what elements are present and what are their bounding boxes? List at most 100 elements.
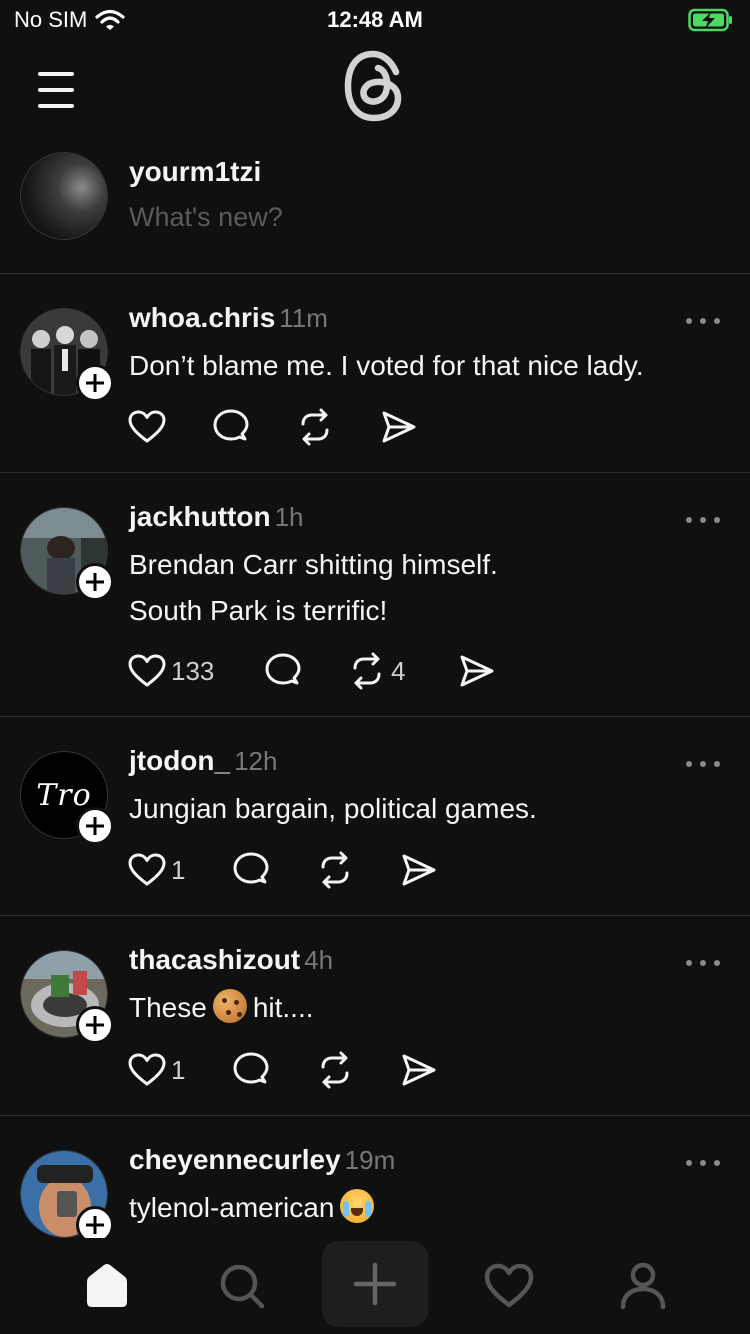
send-icon	[402, 1054, 436, 1086]
post-time: 1h	[274, 502, 304, 532]
post-actions	[127, 405, 419, 449]
repost-button[interactable]	[315, 1048, 399, 1092]
compose-username: yourm1tzi	[129, 156, 262, 187]
repost-count: 4	[391, 655, 406, 686]
post-time: 19m	[344, 1145, 396, 1175]
post-actions: 1	[127, 848, 439, 892]
post-actions: 133 4	[127, 649, 497, 693]
repost-icon	[353, 652, 381, 690]
share-button[interactable]	[399, 1048, 439, 1092]
hamburger-icon[interactable]	[34, 68, 78, 108]
more-horizontal-icon[interactable]	[686, 316, 720, 326]
post-username[interactable]: cheyennecurley	[129, 1144, 341, 1175]
post-time: 4h	[304, 945, 334, 975]
reply-button[interactable]	[263, 649, 347, 693]
compose-row[interactable]: yourm1tzi What's new?	[0, 138, 750, 274]
tab-home[interactable]	[67, 1246, 147, 1326]
cookie-emoji	[212, 989, 247, 1023]
post-username[interactable]: whoa.chris	[129, 302, 275, 333]
like-count: 1	[171, 1054, 186, 1085]
more-horizontal-icon[interactable]	[686, 1158, 720, 1168]
comment-icon	[233, 1052, 269, 1084]
follow-plus-button[interactable]	[76, 364, 114, 402]
heart-icon	[128, 1053, 166, 1086]
tab-profile[interactable]	[603, 1246, 683, 1326]
post-item[interactable]: jackhutton 1h Brendan Carr shitting himse…	[0, 473, 750, 717]
like-button[interactable]: 1	[127, 848, 231, 892]
post-header: whoa.chris 11m	[129, 302, 328, 334]
send-icon	[402, 854, 436, 886]
follow-plus-button[interactable]	[76, 1006, 114, 1044]
post-item[interactable]: Tro jtodon_ 12h Jungian bargain, politica…	[0, 717, 750, 916]
status-bar: No SIM 12:48 AM	[0, 0, 750, 40]
threads-logo-icon[interactable]	[340, 48, 410, 124]
comment-icon	[213, 409, 249, 441]
follow-plus-button[interactable]	[76, 563, 114, 601]
battery-charging-icon	[688, 8, 732, 32]
post-text: Don’t blame me. I voted for that nice la…	[129, 350, 644, 381]
like-button[interactable]: 1	[127, 1048, 231, 1092]
post-username[interactable]: thacashizout	[129, 944, 300, 975]
like-count: 133	[171, 655, 215, 686]
repost-button[interactable]	[295, 405, 379, 449]
tab-create[interactable]	[322, 1241, 428, 1327]
post-item[interactable]: whoa.chris 11m Don’t blame me. I voted fo…	[0, 274, 750, 473]
post-text-before: tylenol-american	[129, 1192, 335, 1223]
loudly-crying-face-emoji	[340, 1189, 375, 1223]
share-button[interactable]	[399, 848, 439, 892]
more-horizontal-icon[interactable]	[686, 515, 720, 525]
post-header: thacashizout 4h	[129, 944, 333, 976]
like-count: 1	[171, 854, 186, 885]
post-actions: 1	[127, 1048, 439, 1092]
top-bar	[0, 44, 750, 128]
post-time: 11m	[279, 303, 328, 333]
post-text-before: These	[129, 992, 207, 1023]
avatar-logo-text: Tro	[36, 777, 92, 813]
repost-icon	[321, 1051, 349, 1089]
more-horizontal-icon[interactable]	[686, 759, 720, 769]
post-text: tylenol-american	[129, 1185, 380, 1231]
follow-plus-button[interactable]	[76, 1206, 114, 1238]
send-icon	[460, 655, 494, 687]
status-time: 12:48 AM	[327, 7, 423, 32]
repost-button[interactable]: 4	[347, 649, 457, 693]
tab-search[interactable]	[202, 1246, 282, 1326]
post-header: jackhutton 1h	[129, 501, 303, 533]
heart-icon	[128, 410, 166, 443]
compose-placeholder[interactable]: What's new?	[129, 202, 283, 233]
like-button[interactable]: 133	[127, 649, 263, 693]
reply-button[interactable]	[231, 1048, 315, 1092]
repost-button[interactable]	[315, 848, 399, 892]
post-username[interactable]: jackhutton	[129, 501, 271, 532]
post-text: South Park is terrific!	[129, 595, 388, 626]
home-icon	[87, 1264, 127, 1307]
bottom-tab-bar	[0, 1238, 750, 1334]
heart-icon	[128, 654, 166, 687]
comment-icon	[265, 653, 301, 685]
tab-activity[interactable]	[469, 1246, 549, 1326]
plus-icon	[353, 1262, 397, 1306]
heart-icon	[484, 1263, 534, 1308]
post-header: cheyennecurley 19m	[129, 1144, 395, 1176]
user-icon	[620, 1262, 666, 1310]
comment-icon	[233, 852, 269, 884]
send-icon	[382, 411, 416, 443]
follow-plus-button[interactable]	[76, 807, 114, 845]
share-button[interactable]	[379, 405, 419, 449]
post-item[interactable]: thacashizout 4h These hit.... 1	[0, 916, 750, 1116]
like-button[interactable]	[127, 405, 211, 449]
repost-icon	[321, 851, 349, 889]
post-item[interactable]: cheyennecurley 19m tylenol-american	[0, 1116, 750, 1238]
more-horizontal-icon[interactable]	[686, 958, 720, 968]
reply-button[interactable]	[211, 405, 295, 449]
share-button[interactable]	[457, 649, 497, 693]
post-text: These hit....	[129, 985, 314, 1031]
search-icon	[220, 1264, 265, 1309]
heart-icon	[128, 853, 166, 886]
reply-button[interactable]	[231, 848, 315, 892]
avatar[interactable]	[20, 152, 108, 240]
post-username[interactable]: jtodon_	[129, 745, 230, 776]
post-text: Jungian bargain, political games.	[129, 793, 537, 824]
post-header: jtodon_ 12h	[129, 745, 277, 777]
post-time: 12h	[234, 746, 278, 776]
